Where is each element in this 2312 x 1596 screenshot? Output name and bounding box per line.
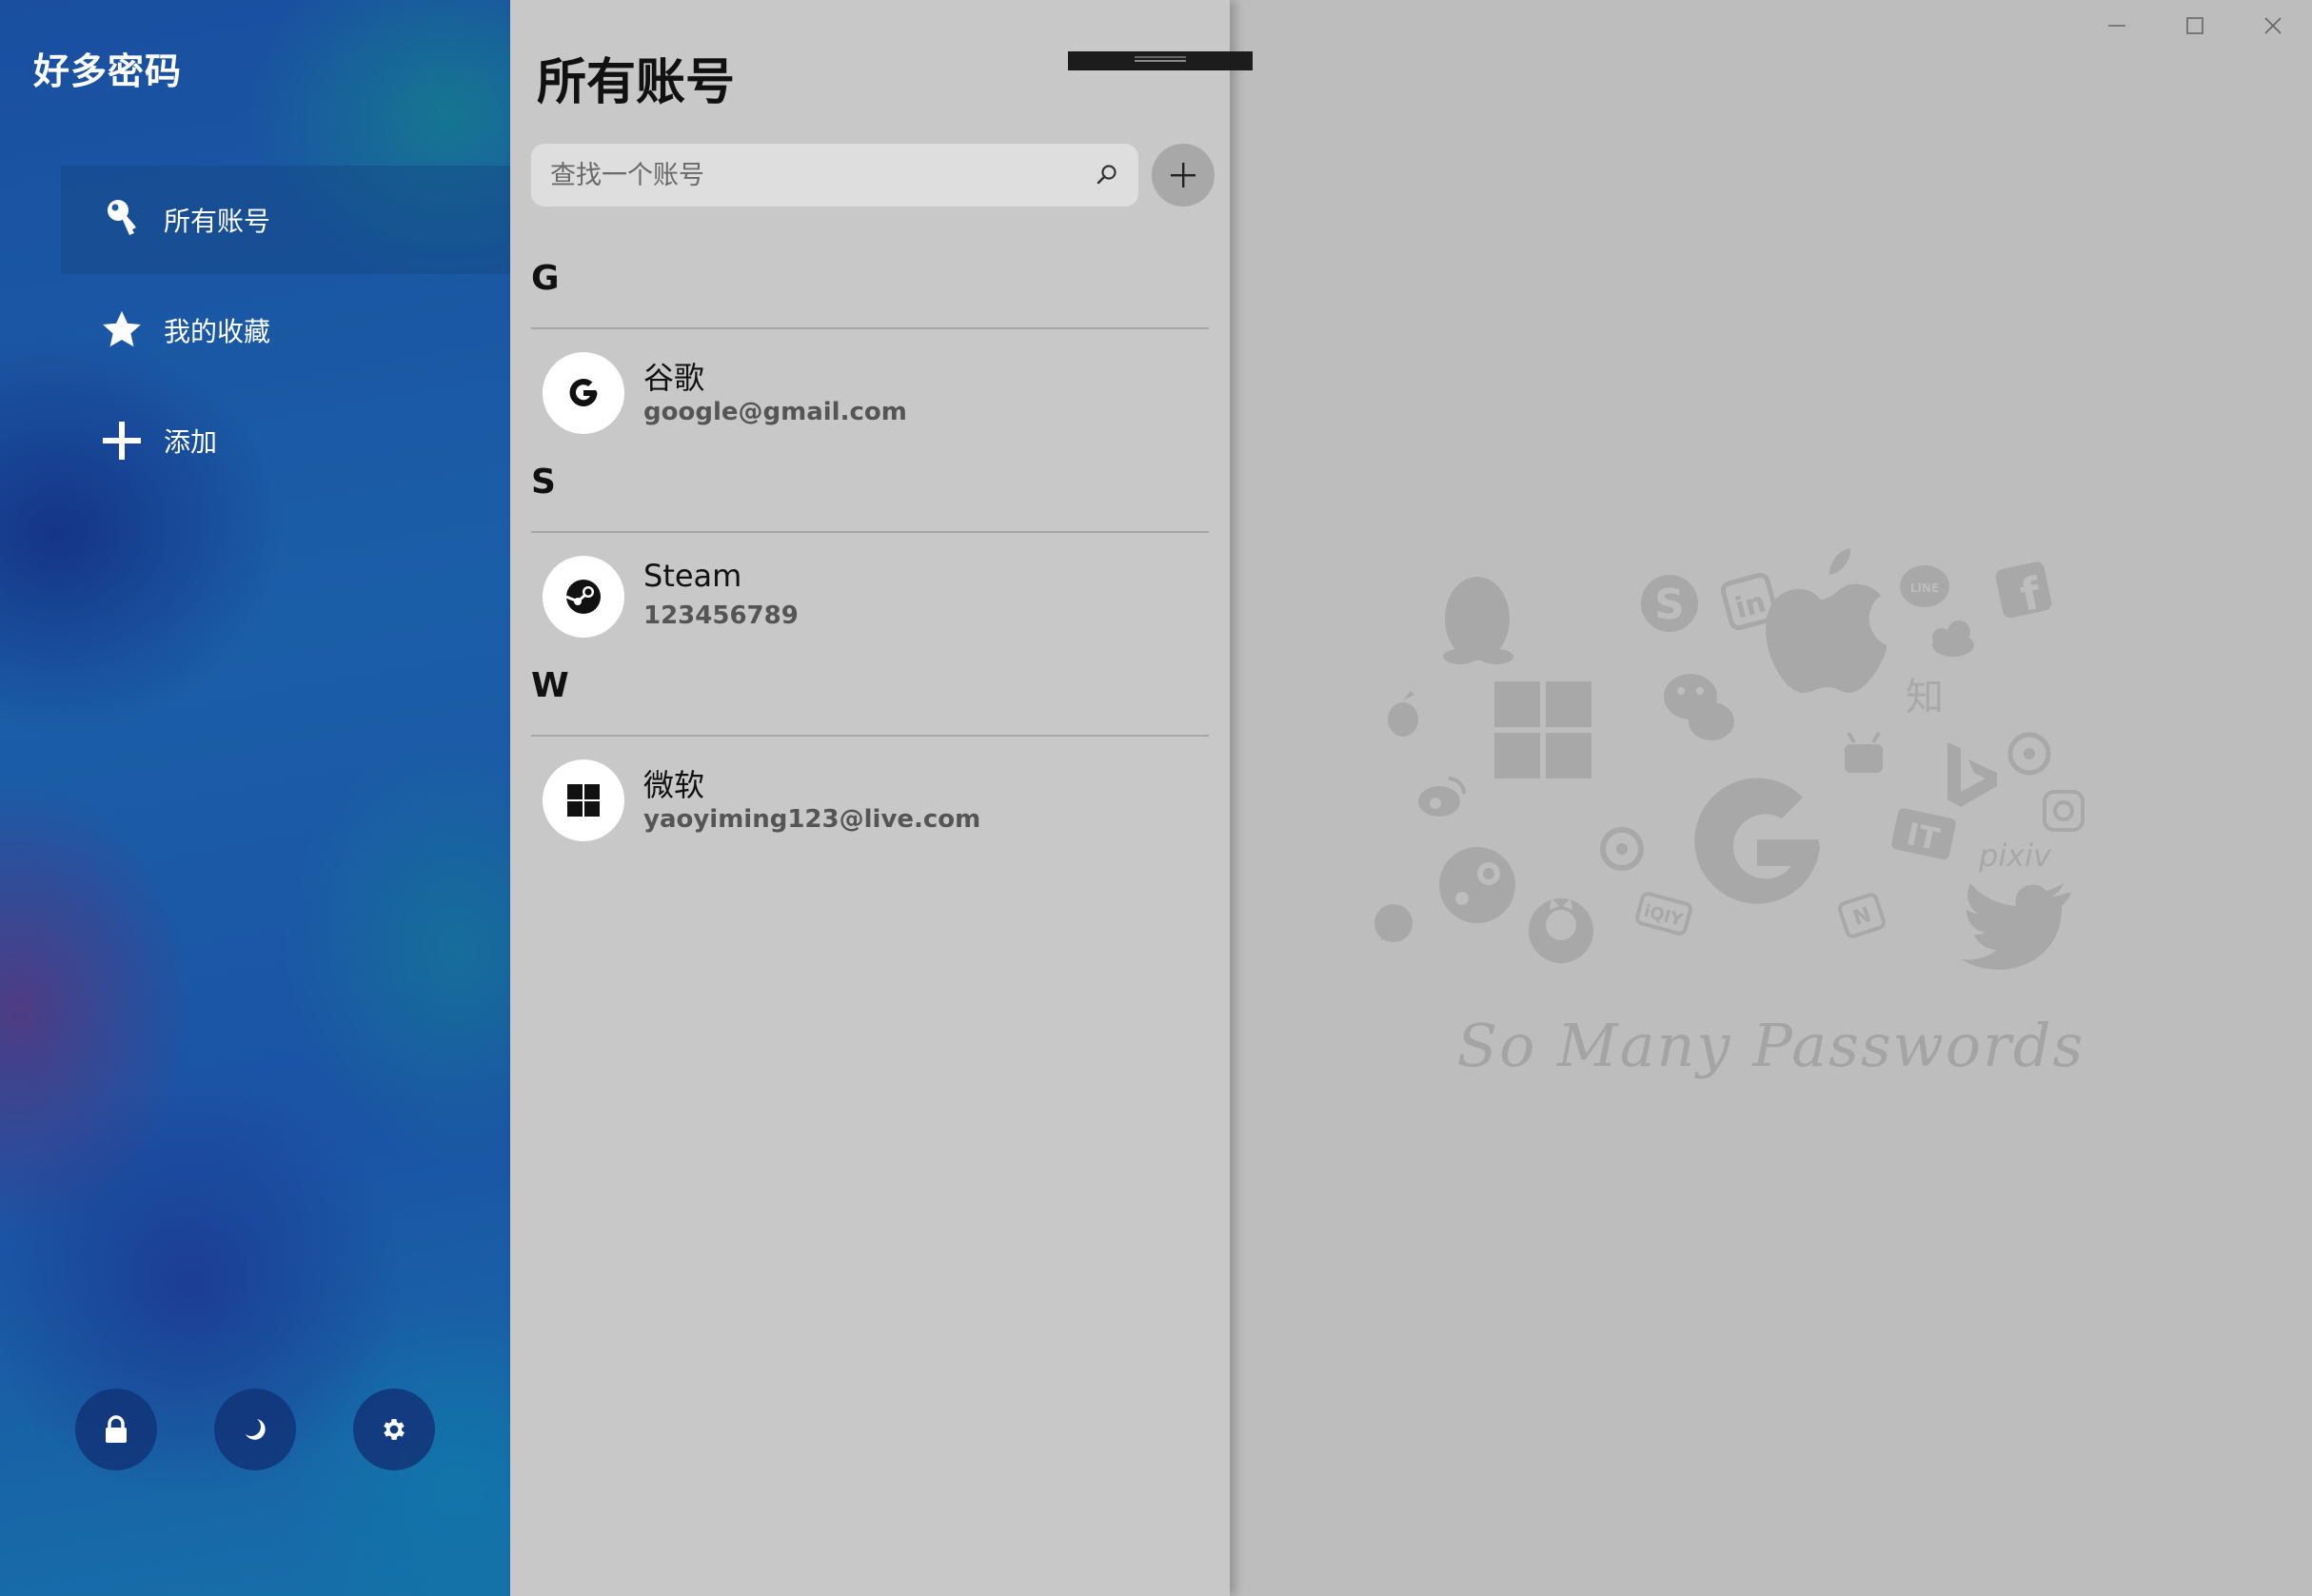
twitter-icon	[1961, 883, 2071, 970]
account-item[interactable]: Steam 123456789	[531, 544, 1209, 649]
detail-pane: S in LINE f 知 IT pixiv iQIY N So Many Pa…	[1230, 0, 2312, 1596]
facebook-icon: f	[1995, 562, 2052, 621]
account-username: 123456789	[643, 601, 799, 630]
search-icon[interactable]	[1093, 161, 1121, 189]
svg-text:LINE: LINE	[1910, 581, 1939, 595]
windows-logo-icon	[1494, 681, 1591, 778]
search-input[interactable]	[548, 159, 1093, 191]
account-username: yaoyiming123@live.com	[643, 805, 981, 834]
app-title: 好多密码	[33, 50, 183, 92]
google-logo-icon	[1694, 778, 1820, 904]
steam-logo-icon	[1439, 847, 1515, 923]
svg-text:N: N	[1850, 903, 1874, 931]
sidebar-item-all-accounts[interactable]: 所有账号	[61, 166, 510, 274]
cloud-icon	[1932, 621, 1974, 657]
sidebar: 好多密码 所有账号 我的收藏 添加	[0, 0, 510, 1596]
close-button[interactable]	[2234, 0, 2312, 51]
group-divider	[531, 735, 1209, 737]
minimize-button[interactable]	[2078, 0, 2156, 51]
group-letter: G	[531, 259, 560, 298]
netease-icon	[1600, 827, 1644, 871]
steam-icon	[543, 556, 624, 638]
star-icon	[99, 307, 145, 353]
pixiv-icon: pixiv	[1978, 837, 2052, 874]
sidebar-item-favorites[interactable]: 我的收藏	[61, 276, 510, 384]
group-letter: W	[531, 666, 569, 705]
plus-icon	[99, 418, 145, 463]
qq-icon	[1443, 577, 1513, 664]
key-icon	[99, 197, 145, 243]
sidebar-item-label: 我的收藏	[164, 316, 271, 347]
netease-music-icon	[2007, 732, 2051, 776]
add-account-button[interactable]	[1152, 144, 1215, 207]
window-controls	[2078, 0, 2312, 51]
chestnut-icon	[1388, 691, 1418, 737]
app-slogan: So Many Passwords	[1456, 1011, 2085, 1080]
account-name: Steam	[643, 558, 742, 594]
instagram-icon	[2043, 790, 2085, 832]
tv-channel-icon: N	[1837, 893, 1887, 938]
gear-icon	[384, 1419, 405, 1440]
group-divider	[531, 327, 1209, 329]
iqiyi-icon: iQIY	[1635, 892, 1692, 936]
minimize-icon	[2108, 25, 2125, 27]
account-username: google@gmail.com	[643, 398, 907, 426]
page-title: 所有账号	[537, 54, 736, 111]
sidebar-item-add[interactable]: 添加	[61, 386, 510, 495]
account-name: 谷歌	[643, 360, 705, 396]
group-divider	[531, 531, 1209, 533]
skype-icon: S	[1641, 575, 1698, 632]
close-icon	[2264, 17, 2282, 34]
account-list-pane: 所有账号 G	[510, 0, 1253, 1596]
bilibili-icon	[1845, 731, 1883, 773]
account-item[interactable]: 微软 yaoyiming123@live.com	[531, 748, 1209, 853]
bing-icon	[1947, 742, 1997, 807]
grip-icon	[1135, 60, 1186, 62]
plus-icon	[1171, 163, 1196, 187]
moon-icon	[246, 1419, 266, 1440]
github-icon	[1529, 898, 1593, 963]
maximize-icon	[2186, 17, 2203, 34]
weibo-icon	[1418, 777, 1466, 817]
zhihu-icon: 知	[1906, 676, 1944, 719]
settings-button[interactable]	[353, 1389, 435, 1470]
drag-handle[interactable]	[1068, 51, 1253, 70]
line-icon: LINE	[1900, 565, 1949, 607]
account-item[interactable]: 谷歌 google@gmail.com	[531, 341, 1209, 445]
whatsapp-icon	[1374, 904, 1413, 942]
svg-text:S: S	[1654, 581, 1685, 629]
sidebar-item-label: 所有账号	[164, 206, 271, 237]
dark-mode-button[interactable]	[214, 1389, 296, 1470]
lock-button[interactable]	[75, 1389, 157, 1470]
google-icon	[543, 352, 624, 434]
ithome-icon: IT	[1891, 808, 1956, 860]
maximize-button[interactable]	[2156, 0, 2234, 51]
sidebar-item-label: 添加	[164, 426, 218, 458]
group-letter: S	[531, 463, 556, 502]
lock-icon	[106, 1415, 127, 1443]
search-box	[531, 144, 1138, 207]
wechat-icon	[1664, 674, 1734, 740]
windows-icon	[543, 759, 624, 841]
account-name: 微软	[643, 767, 705, 803]
app-window: 好多密码 所有账号 我的收藏 添加 所有账号 查找一个账号 G 谷歌 googl…	[0, 0, 2312, 1596]
apple-icon	[1766, 548, 1887, 694]
brand-logo-collage: S in LINE f 知 IT pixiv iQIY N	[1374, 548, 2085, 970]
